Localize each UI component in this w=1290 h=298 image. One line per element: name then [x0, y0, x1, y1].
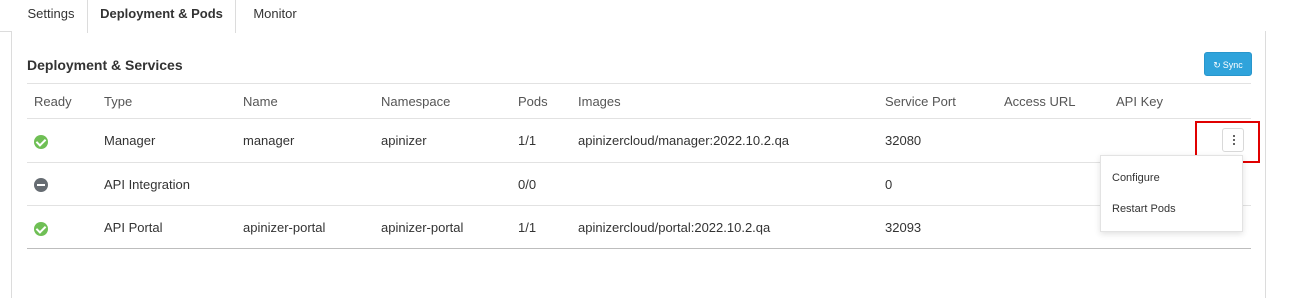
- sync-label: Sync: [1222, 60, 1243, 70]
- col-header-images: Images: [578, 94, 621, 109]
- row-service-port: 32093: [885, 220, 922, 235]
- row-images: apinizercloud/manager:2022.10.2.qa: [578, 133, 790, 148]
- row-type: Manager: [104, 133, 156, 148]
- col-header-ready: Ready: [34, 94, 72, 109]
- ready-ok-icon: [34, 135, 48, 149]
- row-namespace: apinizer: [381, 133, 427, 148]
- header-divider: [27, 118, 1251, 119]
- row-actions-menu: Configure Restart Pods: [1100, 155, 1243, 232]
- sync-button[interactable]: ↻ Sync: [1204, 52, 1252, 76]
- row-namespace: apinizer-portal: [381, 220, 464, 235]
- row-name: apinizer-portal: [243, 220, 326, 235]
- row-pods: 0/0: [518, 177, 537, 192]
- tab-deployment-pods[interactable]: Deployment & Pods: [87, 0, 236, 33]
- row-type: API Portal: [104, 220, 163, 235]
- row-pods: 1/1: [518, 133, 537, 148]
- menu-item-configure[interactable]: Configure: [1112, 172, 1160, 184]
- row-images: apinizercloud/portal:2022.10.2.qa: [578, 220, 771, 235]
- row-type: API Integration: [104, 177, 190, 192]
- col-header-access-url: Access URL: [1004, 94, 1076, 109]
- row-service-port: 0: [885, 177, 893, 192]
- tab-monitor[interactable]: Monitor: [236, 0, 314, 32]
- tab-bar: Settings Deployment & Pods Monitor: [0, 0, 1290, 33]
- menu-item-restart-pods[interactable]: Restart Pods: [1112, 203, 1176, 215]
- col-header-api-key: API Key: [1116, 94, 1163, 109]
- col-header-namespace: Namespace: [381, 94, 451, 109]
- ready-stopped-icon: [34, 178, 48, 192]
- ready-ok-icon: [34, 222, 48, 236]
- row-name: manager: [243, 133, 295, 148]
- panel-title: Deployment & Services: [27, 57, 183, 73]
- col-header-pods: Pods: [518, 94, 548, 109]
- table-top-border: [27, 83, 1251, 84]
- table-bottom-border: [27, 248, 1251, 249]
- col-header-name: Name: [243, 94, 278, 109]
- refresh-icon: ↻: [1213, 60, 1221, 70]
- row-service-port: 32080: [885, 133, 922, 148]
- row-divider: [27, 205, 1251, 206]
- col-header-service-port: Service Port: [885, 94, 956, 109]
- row-divider: [27, 162, 1251, 163]
- tab-settings[interactable]: Settings: [14, 0, 88, 32]
- row-pods: 1/1: [518, 220, 537, 235]
- deployment-services-panel: Deployment & Services ↻ Sync Ready Type N…: [11, 31, 1266, 298]
- col-header-type: Type: [104, 94, 133, 109]
